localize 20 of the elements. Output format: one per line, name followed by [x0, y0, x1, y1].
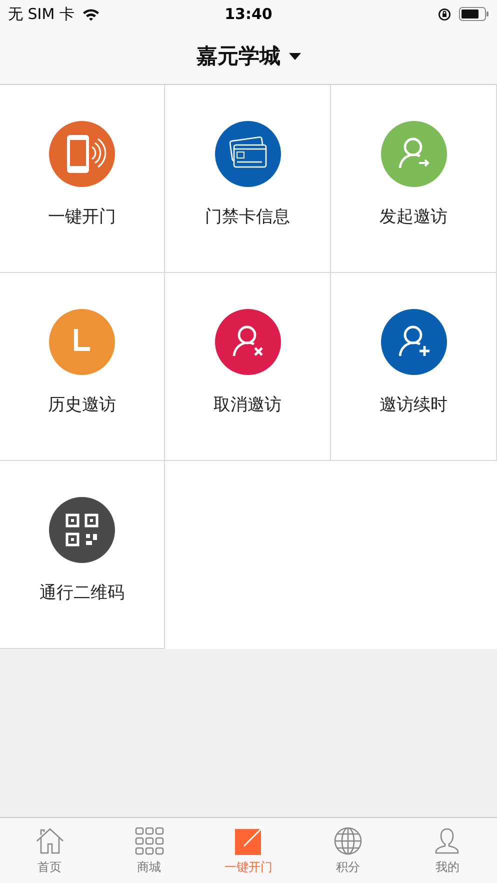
- grid-icon: [134, 826, 164, 856]
- status-time: 13:40: [224, 5, 272, 23]
- tab-bar-item[interactable]: 我的: [398, 818, 497, 883]
- rotation-lock-icon: [438, 8, 451, 20]
- tab-bar-item[interactable]: 商城: [99, 818, 199, 883]
- tab-bar-item[interactable]: 首页: [0, 818, 100, 883]
- tab-bar-item[interactable]: 积分: [298, 818, 398, 883]
- feature-tile[interactable]: 取消邀访: [165, 273, 331, 461]
- home-icon: [34, 826, 65, 856]
- feature-tile[interactable]: 一键开门: [0, 85, 165, 273]
- location-dropdown[interactable]: 嘉元学城: [196, 42, 300, 70]
- feature-tile[interactable]: 门禁卡信息: [165, 85, 331, 273]
- wifi-icon: [82, 8, 100, 20]
- feature-tile[interactable]: 邀访续时: [331, 273, 497, 461]
- carrier-text: 无 SIM 卡: [8, 4, 74, 24]
- globe-icon: [332, 826, 363, 856]
- feature-tile[interactable]: 历史邀访: [0, 273, 165, 461]
- feature-tile[interactable]: 发起邀访: [331, 85, 497, 273]
- feature-tile[interactable]: 通行二维码: [0, 461, 165, 649]
- battery-icon: [459, 7, 489, 21]
